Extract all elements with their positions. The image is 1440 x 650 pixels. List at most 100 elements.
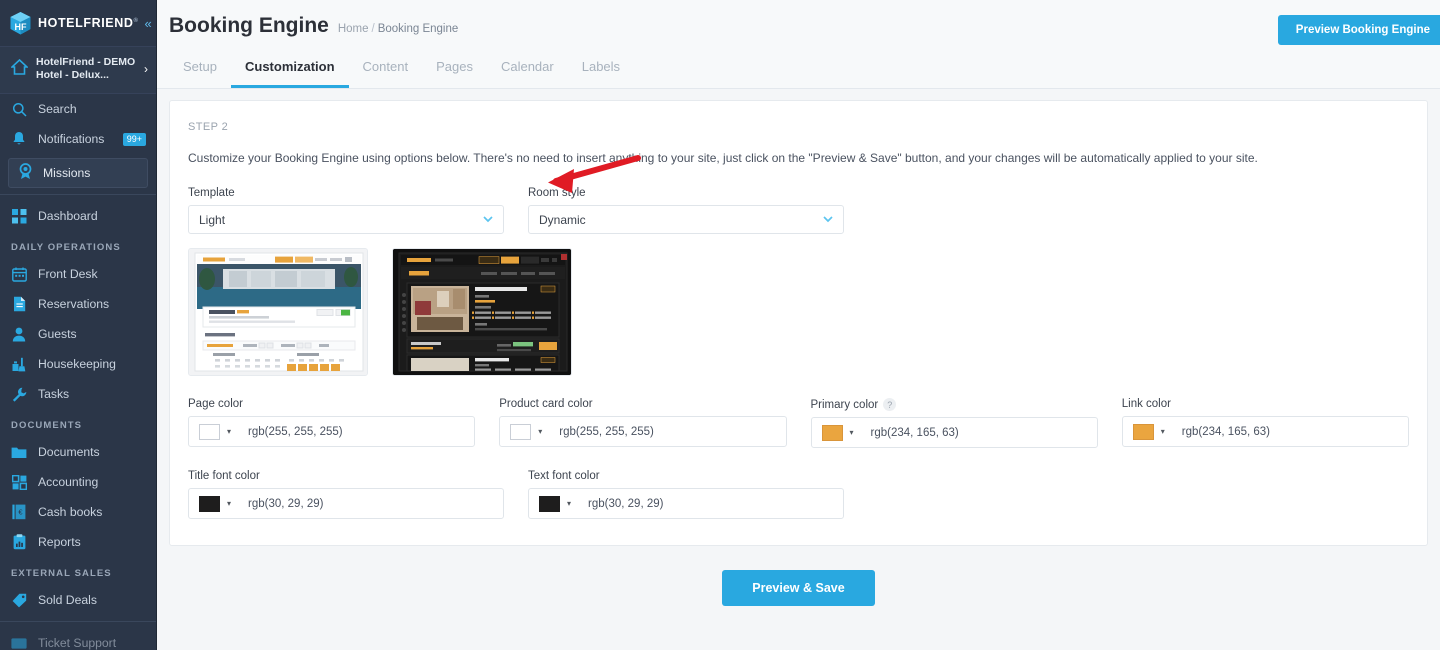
main-content: Booking Engine Home / Booking Engine Previ… [157, 0, 1440, 650]
sidebar-item-missions[interactable]: Missions [8, 158, 148, 188]
sidebar-section-external-sales: EXTERNAL SALES [11, 568, 112, 579]
sidebar-item-label: Notifications [38, 132, 105, 146]
page-color-label: Page color [188, 398, 243, 410]
clipboard-icon [11, 534, 27, 550]
hotel-selector[interactable]: HotelFriend - DEMO Hotel - Delux... › [0, 46, 156, 94]
page-color-field: Page color ▾ rgb(255, 255, 255) [188, 398, 476, 448]
title-font-color-value: rgb(30, 29, 29) [248, 497, 324, 510]
caret-down-icon[interactable]: ▾ [227, 427, 231, 436]
grid-icon [11, 208, 27, 224]
colors-row-2: Title font color ▾ rgb(30, 29, 29) Text … [188, 470, 1409, 519]
title-font-color-label: Title font color [188, 470, 260, 482]
sidebar-item-label: Documents [38, 445, 100, 459]
sidebar-item-front-desk[interactable]: Front Desk [0, 259, 156, 289]
hotel-name: HotelFriend - DEMO Hotel - Delux... [36, 56, 136, 81]
sidebar-divider [0, 194, 156, 195]
product-card-color-input[interactable]: ▾ rgb(255, 255, 255) [499, 416, 787, 447]
sidebar-item-label: Sold Deals [38, 593, 97, 607]
tab-calendar[interactable]: Calendar [487, 51, 568, 88]
tag-icon [11, 592, 27, 608]
intro-text: Customize your Booking Engine using opti… [188, 151, 1258, 165]
text-font-color-value: rgb(30, 29, 29) [588, 497, 664, 510]
person-icon [11, 326, 27, 342]
primary-color-label: Primary color ? [811, 398, 1098, 411]
sidebar-item-housekeeping[interactable]: Housekeeping [0, 349, 156, 379]
title-font-color-field: Title font color ▾ rgb(30, 29, 29) [188, 470, 504, 519]
chevron-right-icon: › [144, 62, 148, 76]
color-swatch[interactable] [821, 424, 843, 441]
sidebar-item-label: Housekeeping [38, 357, 116, 371]
template-select[interactable]: Light [188, 205, 504, 234]
sidebar-item-cash-books[interactable]: € Cash books [0, 497, 156, 527]
text-font-color-field: Text font color ▾ rgb(30, 29, 29) [528, 470, 844, 519]
sidebar-item-ticket-support[interactable]: Ticket Support [0, 628, 156, 650]
template-preview-light[interactable] [188, 248, 368, 376]
room-style-field: Room style Dynamic [528, 187, 844, 234]
document-icon [11, 296, 27, 312]
template-label: Template [188, 187, 235, 199]
sidebar-item-tasks[interactable]: Tasks [0, 379, 156, 409]
sidebar-item-dashboard[interactable]: Dashboard [0, 201, 156, 231]
sidebar-item-search[interactable]: Search [0, 94, 156, 124]
page-title: Booking Engine [169, 14, 329, 37]
chevron-down-icon [483, 215, 493, 225]
caret-down-icon[interactable]: ▾ [538, 427, 542, 436]
cashbook-icon: € [11, 504, 27, 520]
calculator-icon [11, 474, 27, 490]
sidebar-item-guests[interactable]: Guests [0, 319, 156, 349]
link-color-input[interactable]: ▾ rgb(234, 165, 63) [1121, 416, 1409, 447]
breadcrumb-home[interactable]: Home [338, 23, 369, 35]
room-style-select[interactable]: Dynamic [528, 205, 844, 234]
sidebar-item-label: Ticket Support [38, 636, 117, 650]
caret-down-icon[interactable]: ▾ [567, 499, 571, 508]
sidebar-item-documents[interactable]: Documents [0, 437, 156, 467]
breadcrumb-current: Booking Engine [377, 23, 459, 35]
page-color-value: rgb(255, 255, 255) [248, 425, 343, 438]
svg-text:HF: HF [15, 22, 27, 32]
color-swatch[interactable] [199, 495, 220, 512]
tab-content[interactable]: Content [349, 51, 423, 88]
text-font-color-input[interactable]: ▾ rgb(30, 29, 29) [528, 488, 844, 519]
notifications-badge: 99+ [122, 132, 146, 146]
sidebar-item-notifications[interactable]: Notifications 99+ [0, 124, 156, 154]
room-style-preview-dark[interactable] [392, 248, 572, 376]
text-font-color-label: Text font color [528, 470, 600, 482]
title-font-color-input[interactable]: ▾ rgb(30, 29, 29) [188, 488, 504, 519]
tab-customization[interactable]: Customization [230, 51, 349, 88]
color-swatch[interactable] [199, 423, 220, 440]
brand-header[interactable]: HF HOTELFRIEND® « [0, 0, 156, 46]
sidebar-item-label: Cash books [38, 505, 103, 519]
sidebar-item-label: Accounting [38, 475, 99, 489]
tab-labels[interactable]: Labels [568, 51, 634, 88]
preview-and-save-button[interactable]: Preview & Save [722, 570, 875, 606]
page-color-input[interactable]: ▾ rgb(255, 255, 255) [188, 416, 476, 447]
topbar: Booking Engine Home / Booking Engine Previ… [157, 0, 1440, 89]
primary-color-input[interactable]: ▾ rgb(234, 165, 63) [810, 417, 1098, 448]
sidebar-section-documents: DOCUMENTS [11, 420, 83, 431]
ticket-icon [11, 635, 27, 650]
help-icon[interactable]: ? [883, 398, 897, 411]
caret-down-icon[interactable]: ▾ [850, 428, 854, 437]
product-card-color-value: rgb(255, 255, 255) [559, 425, 654, 438]
sidebar-item-reports[interactable]: Reports [0, 527, 156, 557]
preview-booking-engine-button[interactable]: Preview Booking Engine [1277, 15, 1440, 45]
sidebar-divider-bottom [0, 621, 156, 622]
breadcrumb-separator: / [371, 23, 375, 35]
template-field: Template Light [188, 187, 504, 234]
tab-pages[interactable]: Pages [422, 51, 487, 88]
color-swatch[interactable] [1132, 423, 1154, 440]
collapse-sidebar-icon[interactable]: « [145, 17, 154, 30]
calendar-icon [11, 266, 27, 282]
award-icon [18, 163, 33, 183]
color-swatch[interactable] [539, 495, 560, 512]
caret-down-icon[interactable]: ▾ [227, 499, 231, 508]
app-root: HF HOTELFRIEND® « HotelFriend - DEMO Hot… [0, 0, 1440, 650]
sidebar-item-accounting[interactable]: Accounting [0, 467, 156, 497]
room-style-value: Dynamic [539, 212, 586, 227]
breadcrumb: Home / Booking Engine [338, 23, 458, 35]
sidebar-item-reservations[interactable]: Reservations [0, 289, 156, 319]
sidebar-item-sold-deals[interactable]: Sold Deals [0, 585, 156, 615]
tab-setup[interactable]: Setup [169, 51, 231, 88]
caret-down-icon[interactable]: ▾ [1161, 427, 1165, 436]
color-swatch[interactable] [510, 423, 532, 440]
